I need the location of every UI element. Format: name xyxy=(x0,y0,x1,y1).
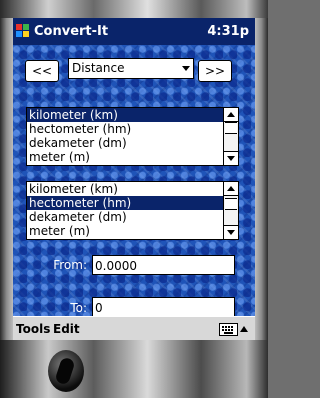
app-title: Convert-It xyxy=(34,24,109,39)
scroll-down-icon[interactable] xyxy=(224,225,238,239)
windows-start-icon[interactable] xyxy=(16,24,29,38)
scroll-up-icon[interactable] xyxy=(224,108,238,122)
from-unit-item[interactable]: dekameter (dm) xyxy=(27,136,223,150)
device-bezel-bottom xyxy=(0,340,268,398)
clock[interactable]: 4:31p xyxy=(207,24,249,39)
from-unit-item[interactable]: hectometer (hm) xyxy=(27,122,223,136)
scroll-thumb[interactable] xyxy=(225,122,237,134)
scroll-up-icon[interactable] xyxy=(224,182,238,196)
device-bezel-top xyxy=(0,0,268,18)
from-label: From: xyxy=(53,258,87,272)
to-value-field[interactable]: 0 xyxy=(92,297,235,317)
from-unit-list[interactable]: kilometer (km) hectometer (hm) dekameter… xyxy=(26,107,239,166)
previous-category-button[interactable]: << xyxy=(25,60,59,82)
from-unit-item[interactable]: kilometer (km) xyxy=(27,108,223,122)
sip-up-arrow-icon[interactable] xyxy=(240,326,248,332)
from-list-scrollbar[interactable] xyxy=(223,108,238,165)
dropdown-arrow-icon xyxy=(182,66,190,71)
keyboard-icon[interactable] xyxy=(219,323,238,336)
edit-menu[interactable]: Edit xyxy=(53,322,80,336)
scroll-thumb[interactable] xyxy=(225,198,237,210)
from-unit-item[interactable]: meter (m) xyxy=(27,150,223,164)
device-screen: Convert-It 4:31p << Distance >> kilomete… xyxy=(13,18,255,340)
tools-menu[interactable]: Tools xyxy=(16,322,50,336)
to-label: To: xyxy=(70,301,87,315)
to-unit-list[interactable]: kilometer (km) hectometer (hm) dekameter… xyxy=(26,181,239,240)
category-select[interactable]: Distance xyxy=(68,58,194,79)
next-category-button[interactable]: >> xyxy=(198,60,232,82)
device-side-right xyxy=(255,18,268,340)
device-side-left xyxy=(0,18,13,340)
to-unit-item[interactable]: hectometer (hm) xyxy=(27,196,223,210)
to-unit-item[interactable]: meter (m) xyxy=(27,224,223,238)
menu-bar: Tools Edit xyxy=(13,316,255,340)
category-select-value: Distance xyxy=(72,61,125,75)
from-value-field[interactable]: 0.0000 xyxy=(92,255,235,275)
to-list-scrollbar[interactable] xyxy=(223,182,238,239)
to-unit-item[interactable]: kilometer (km) xyxy=(27,182,223,196)
title-bar: Convert-It 4:31p xyxy=(13,18,255,45)
scroll-down-icon[interactable] xyxy=(224,151,238,165)
main-content: << Distance >> kilometer (km) hectometer… xyxy=(13,45,255,317)
to-unit-item[interactable]: dekameter (dm) xyxy=(27,210,223,224)
